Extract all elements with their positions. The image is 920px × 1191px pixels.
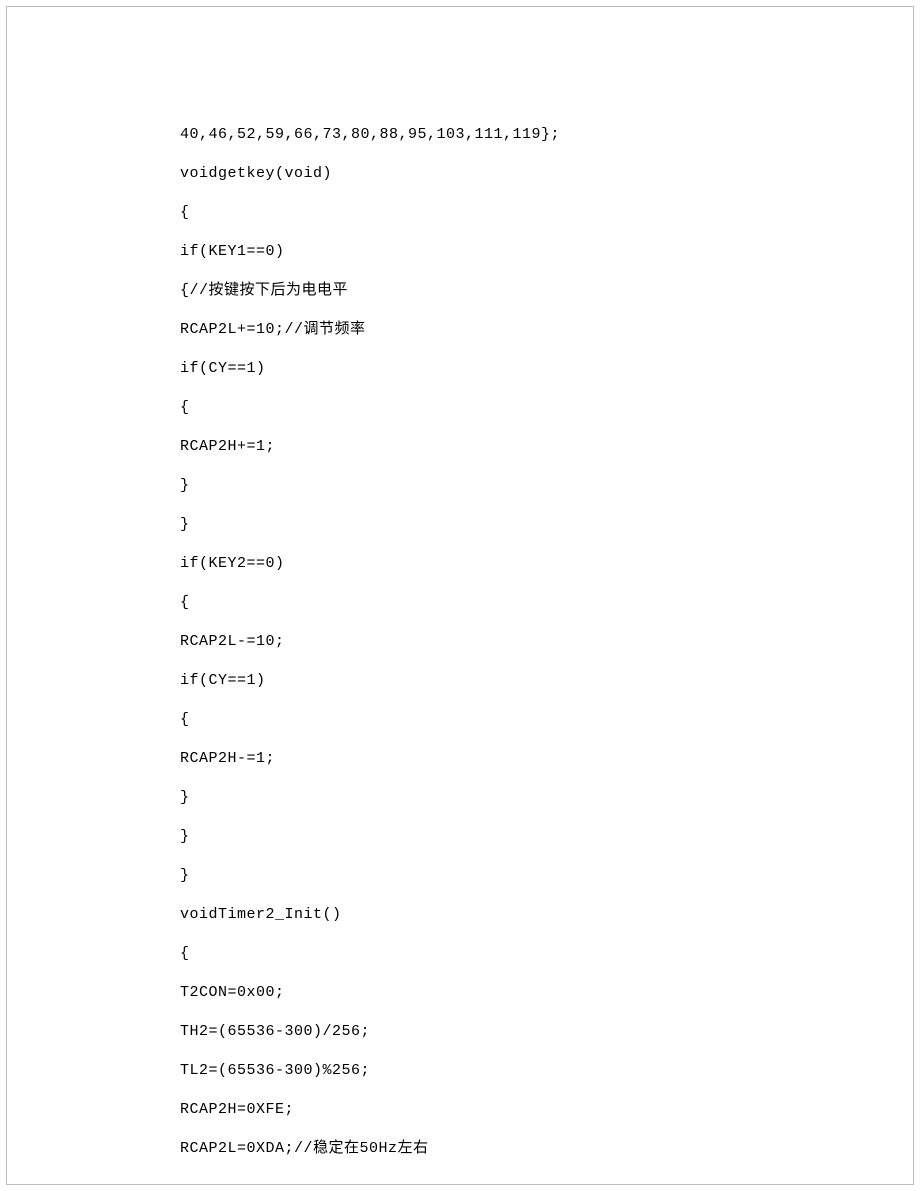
- code-line: }: [180, 505, 920, 544]
- code-line: if(KEY2==0): [180, 544, 920, 583]
- code-line: {: [180, 700, 920, 739]
- code-line: {//按键按下后为电电平: [180, 271, 920, 310]
- code-line: T2CON=0x00;: [180, 973, 920, 1012]
- code-line: {: [180, 193, 920, 232]
- code-line: {: [180, 388, 920, 427]
- code-line: voidgetkey(void): [180, 154, 920, 193]
- document-page: 40,46,52,59,66,73,80,88,95,103,111,119};…: [0, 0, 920, 1191]
- code-line: {: [180, 583, 920, 622]
- code-line: }: [180, 778, 920, 817]
- code-line: if(CY==1): [180, 349, 920, 388]
- code-line: TL2=(65536-300)%256;: [180, 1051, 920, 1090]
- code-line: }: [180, 856, 920, 895]
- code-line: RCAP2L=0XDA;//稳定在50Hz左右: [180, 1129, 920, 1168]
- code-line: RCAP2L+=10;//调节频率: [180, 310, 920, 349]
- code-line: RCAP2H=0XFE;: [180, 1090, 920, 1129]
- code-line: RCAP2H+=1;: [180, 427, 920, 466]
- code-line: TH2=(65536-300)/256;: [180, 1012, 920, 1051]
- code-line: if(KEY1==0): [180, 232, 920, 271]
- code-line: RCAP2L-=10;: [180, 622, 920, 661]
- code-line: 40,46,52,59,66,73,80,88,95,103,111,119};: [180, 115, 920, 154]
- code-line: }: [180, 466, 920, 505]
- code-line: if(CY==1): [180, 661, 920, 700]
- code-line: {: [180, 934, 920, 973]
- code-line: }: [180, 817, 920, 856]
- code-line: RCAP2H-=1;: [180, 739, 920, 778]
- code-line: voidTimer2_Init(): [180, 895, 920, 934]
